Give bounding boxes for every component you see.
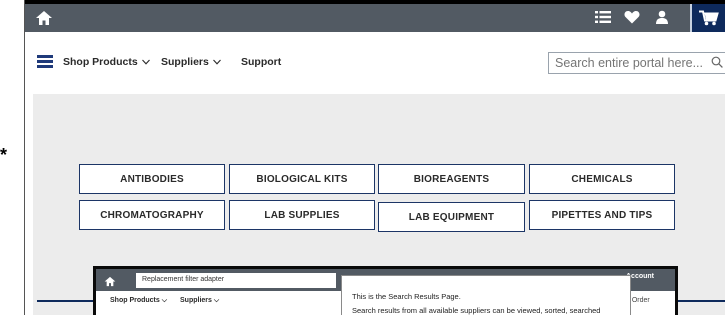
search-icon[interactable]: [711, 56, 723, 68]
category-biological-kits[interactable]: BIOLOGICAL KITS: [229, 164, 375, 194]
tooltip-title: This is the Search Results Page.: [352, 292, 461, 301]
nav-support[interactable]: Support: [241, 56, 281, 68]
category-chemicals[interactable]: CHEMICALS: [529, 164, 675, 194]
stray-mark: *: [0, 145, 8, 165]
tour-tooltip[interactable]: This is the Search Results Page. Search …: [341, 275, 631, 315]
list-icon[interactable]: [593, 8, 613, 26]
preview-nav-suppliers: Suppliers ⌵: [180, 297, 220, 304]
nav-suppliers[interactable]: Suppliers: [161, 56, 221, 68]
preview-nav-label: Shop Products: [110, 297, 160, 304]
category-bioreagents[interactable]: BIOREAGENTS: [378, 164, 525, 194]
hamburger-menu-icon[interactable]: [37, 55, 53, 68]
cart-icon[interactable]: [690, 4, 725, 32]
home-icon[interactable]: [35, 10, 53, 26]
category-lab-equipment[interactable]: LAB EQUIPMENT: [378, 202, 525, 232]
nav-shop-products[interactable]: Shop Products: [63, 56, 150, 68]
preview-nav-label: Suppliers: [180, 297, 212, 304]
nav-item-label: Suppliers: [161, 56, 209, 68]
main-navigation: Shop Products Suppliers Support: [25, 40, 725, 84]
search-input[interactable]: [548, 52, 725, 74]
home-icon: [104, 274, 116, 287]
preview-search-input: Replacement filter adapter: [136, 273, 336, 288]
category-chromatography[interactable]: CHROMATOGRAPHY: [79, 200, 225, 230]
category-pipettes-and-tips[interactable]: PIPETTES AND TIPS: [529, 200, 675, 230]
preview-nav-shop-products: Shop Products ⌵: [110, 297, 168, 304]
category-lab-supplies[interactable]: LAB SUPPLIES: [229, 200, 375, 230]
browser-frame: Shop Products Suppliers Support ANTIBODI…: [24, 0, 725, 315]
tooltip-body: Search results from all available suppli…: [352, 306, 601, 315]
nav-item-label: Shop Products: [63, 56, 138, 68]
chevron-down-icon: [141, 59, 150, 65]
category-antibodies[interactable]: ANTIBODIES: [79, 164, 225, 194]
user-icon[interactable]: [652, 8, 672, 26]
chevron-down-icon: [212, 59, 221, 65]
nav-item-label: Support: [241, 56, 282, 68]
heart-icon[interactable]: [622, 8, 642, 26]
top-header-bar: [25, 0, 725, 32]
